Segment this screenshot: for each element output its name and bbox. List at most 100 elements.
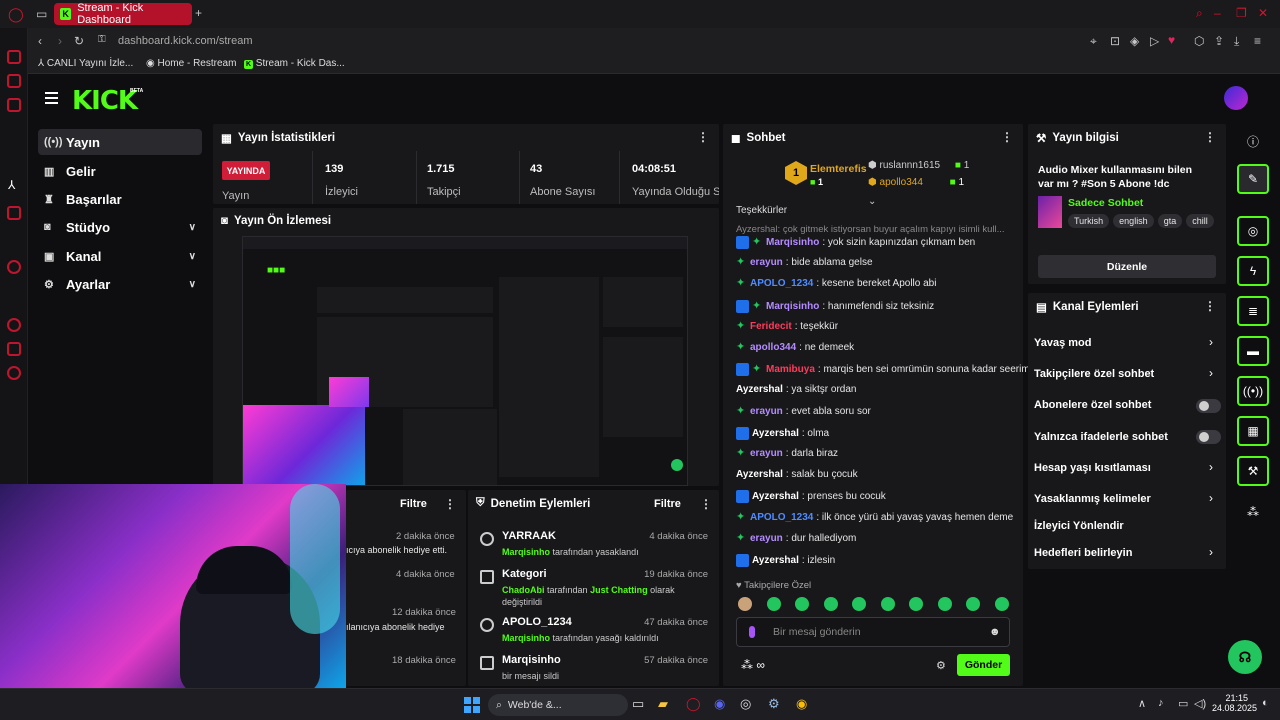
back-icon[interactable]: ‹ xyxy=(38,34,42,48)
layout-icon[interactable]: ▦ xyxy=(1237,416,1269,446)
broadcast-icon[interactable]: ((•)) xyxy=(1237,376,1269,406)
play-icon[interactable]: ▷ xyxy=(1150,34,1159,48)
moderation-filter-button[interactable]: Filtre xyxy=(654,498,681,510)
forward-icon[interactable]: › xyxy=(58,34,62,48)
avatar[interactable] xyxy=(1224,86,1248,110)
sidebar-whatsapp-icon[interactable] xyxy=(7,74,21,88)
chat-username[interactable]: erayun xyxy=(750,448,783,459)
chat-input[interactable]: Bir mesaj gönderin ☻ xyxy=(736,617,1010,647)
bookmark-kick-dashboard[interactable]: K Stream - Kick Das... xyxy=(244,58,345,69)
sidebar-twitch-icon[interactable] xyxy=(7,206,21,220)
more-options-icon[interactable]: ⋮ xyxy=(697,130,709,144)
action-raid[interactable]: İzleyici Yönlendir xyxy=(1034,520,1124,532)
nav-item-kanal[interactable]: ▣ Kanal ∨ xyxy=(38,243,202,269)
new-tab-button[interactable]: + xyxy=(195,6,202,20)
leader-row[interactable]: ⬢ apollo344 ■ 1 xyxy=(868,177,964,188)
camera-icon[interactable]: ⊡ xyxy=(1110,34,1120,48)
chat-username[interactable]: erayun xyxy=(750,257,783,268)
more-options-icon[interactable]: ⋮ xyxy=(1204,130,1216,144)
emote-icon[interactable] xyxy=(738,597,752,611)
close-window-button[interactable]: ✕ xyxy=(1258,6,1268,20)
tray-chevron-up-icon[interactable]: ∧ xyxy=(1138,697,1146,710)
leader-name[interactable]: Elemterefis xyxy=(810,163,867,175)
sidebar-player-icon[interactable] xyxy=(7,260,21,274)
file-explorer-icon[interactable]: ▰ xyxy=(658,696,668,712)
emote-icon[interactable] xyxy=(909,597,923,611)
emote-icon[interactable] xyxy=(937,597,952,611)
chat-username[interactable]: APOLO_1234 xyxy=(750,512,813,523)
chat-username[interactable]: Mamibuya xyxy=(766,364,815,375)
hamburger-menu-icon[interactable] xyxy=(45,92,58,107)
nav-item-basarilar[interactable]: ♜ Başarılar xyxy=(38,186,202,212)
chat-username[interactable]: apollo344 xyxy=(750,342,796,353)
bookmark-restream[interactable]: ◉ Home - Restream xyxy=(146,58,236,69)
chevron-right-icon[interactable]: › xyxy=(1209,335,1213,349)
download-icon[interactable]: ⤓ xyxy=(1234,34,1239,49)
more-options-icon[interactable]: ⋮ xyxy=(700,497,712,511)
nav-item-studyo[interactable]: ◙ Stüdyo ∨ xyxy=(38,214,202,240)
task-view-icon[interactable]: ▭ xyxy=(632,696,644,712)
chevron-right-icon[interactable]: › xyxy=(1209,460,1213,474)
chat-username[interactable]: erayun xyxy=(750,533,783,544)
leader-row[interactable]: ⬢ ruslannn1615 ■ 1 xyxy=(868,160,969,171)
sidebar-settings-icon[interactable] xyxy=(7,366,21,380)
chevron-right-icon[interactable]: › xyxy=(1209,491,1213,505)
chevron-down-icon[interactable]: ⌄ xyxy=(868,196,876,207)
chat-username[interactable]: Feridecit xyxy=(750,321,792,332)
emote-icon[interactable] xyxy=(823,597,838,611)
lightning-icon[interactable]: ϟ xyxy=(1237,256,1269,286)
chat-username[interactable]: APOLO_1234 xyxy=(750,278,813,289)
pin-icon[interactable]: ⌖ xyxy=(1090,34,1097,49)
record-icon[interactable]: ◎ xyxy=(1237,216,1269,246)
chat-username[interactable]: Marqisinho xyxy=(766,237,819,248)
clock[interactable]: 21:15 24.08.2025 xyxy=(1212,693,1257,713)
more-options-icon[interactable]: ⋮ xyxy=(444,497,456,511)
sidebar-instagram-icon[interactable] xyxy=(7,98,21,112)
action-banned-words[interactable]: Yasaklanmış kelimeler xyxy=(1034,493,1151,505)
chat-username[interactable]: Marqisinho xyxy=(766,301,819,312)
chat-username[interactable]: Ayzershal xyxy=(752,491,799,502)
mic-tray-icon[interactable]: ♪ xyxy=(1158,697,1164,709)
nav-item-ayarlar[interactable]: ⚙ Ayarlar ∨ xyxy=(38,271,202,297)
emote-icon[interactable] xyxy=(766,597,781,611)
edit-button[interactable]: Düzenle xyxy=(1038,255,1216,278)
network-icon[interactable]: ▭ xyxy=(1178,697,1188,710)
share-nodes-icon[interactable]: ⁂ xyxy=(1247,505,1259,519)
mic-icon[interactable] xyxy=(749,626,755,638)
heart-icon[interactable]: ♥ xyxy=(1168,33,1175,47)
chat-username[interactable]: Ayzershal xyxy=(736,384,783,395)
nav-item-gelir[interactable]: ▥ Gelir xyxy=(38,158,202,184)
info-icon[interactable]: ⓘ xyxy=(1247,133,1259,150)
action-slow-mode[interactable]: Yavaş mod xyxy=(1034,337,1091,349)
discord-icon[interactable]: ◉ xyxy=(714,696,725,712)
emote-icon[interactable] xyxy=(852,597,866,611)
sidebar-history-icon[interactable] xyxy=(7,318,21,332)
emote-icon[interactable] xyxy=(966,597,980,611)
chat-bubble-icon[interactable]: ▬ xyxy=(1237,336,1269,366)
extensions-icon[interactable]: ⬡ xyxy=(1194,34,1204,48)
notifications-icon[interactable]: ◐ xyxy=(1262,697,1269,709)
chevron-right-icon[interactable]: › xyxy=(1209,545,1213,559)
emotes-only-toggle[interactable] xyxy=(1196,430,1221,444)
chrome-icon[interactable]: ◉ xyxy=(796,696,807,712)
shield-icon[interactable]: ◈ xyxy=(1130,34,1139,48)
tab-islands-icon[interactable]: ▭ xyxy=(36,7,47,21)
volume-icon[interactable]: ◁) xyxy=(1194,697,1206,710)
chat-settings-icon[interactable]: ⚙ xyxy=(936,659,946,672)
emoji-icon[interactable]: ☻ xyxy=(989,626,1001,638)
stream-preview-video[interactable]: ■■■ xyxy=(242,236,688,486)
share-icon[interactable]: ⇪ xyxy=(1214,34,1224,48)
chat-username[interactable]: Ayzershal xyxy=(752,428,799,439)
support-headset-icon[interactable]: ☊ xyxy=(1228,640,1262,674)
tab-kick-dashboard[interactable]: K Stream - Kick Dashboard xyxy=(54,2,192,26)
action-followers-only[interactable]: Takipçilere özel sohbet xyxy=(1034,368,1154,380)
chat-username[interactable]: erayun xyxy=(750,406,783,417)
kick-logo[interactable]: KICK xyxy=(72,86,138,116)
activity-filter-button[interactable]: Filtre xyxy=(400,498,427,510)
maximize-button[interactable]: ❐ xyxy=(1236,6,1247,20)
category-name[interactable]: Sadece Sohbet xyxy=(1068,197,1143,209)
menu-icon[interactable]: ≡ xyxy=(1254,34,1261,48)
chevron-right-icon[interactable]: › xyxy=(1209,366,1213,380)
chat-username[interactable]: Ayzershal xyxy=(752,555,799,566)
taskbar-search[interactable]: ⌕ Web'de &... xyxy=(488,694,628,716)
